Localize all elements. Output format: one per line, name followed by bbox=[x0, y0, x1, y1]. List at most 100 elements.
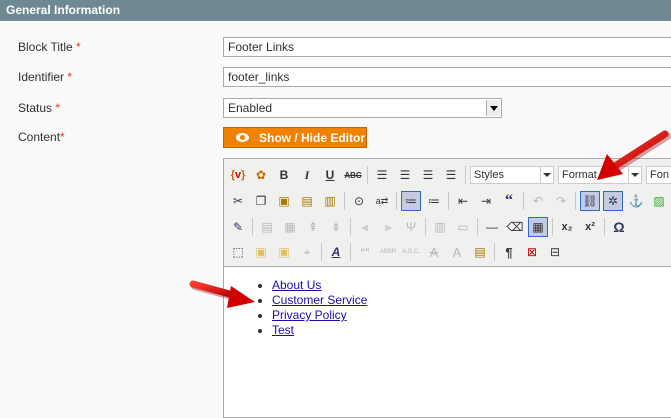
section-header: General Information bbox=[0, 0, 671, 21]
customer-service-link[interactable]: Customer Service bbox=[272, 293, 367, 307]
show-hide-editor-button[interactable]: Show / Hide Editor bbox=[223, 127, 367, 148]
toolbar-separator bbox=[575, 192, 576, 210]
identifier-input[interactable] bbox=[223, 67, 671, 87]
numbered-list-icon[interactable]: ≔ bbox=[424, 191, 444, 211]
toolbar-separator bbox=[465, 166, 466, 184]
align-right-icon[interactable]: ☰ bbox=[418, 165, 438, 185]
insert-col-after-icon[interactable]: ⫸ bbox=[378, 217, 398, 237]
undo-icon[interactable]: ↶ bbox=[528, 191, 548, 211]
paste-text-icon[interactable]: ▤ bbox=[297, 191, 317, 211]
style-props-icon[interactable]: A bbox=[326, 242, 346, 262]
horizontal-rule-icon[interactable]: — bbox=[482, 217, 502, 237]
subscript-icon[interactable]: x₂ bbox=[557, 217, 577, 237]
list-item: Customer Service bbox=[272, 293, 671, 308]
copy-icon[interactable]: ❐ bbox=[251, 191, 271, 211]
anchor-icon[interactable]: ⚓ bbox=[626, 191, 646, 211]
annotation-arrow-icon bbox=[189, 280, 255, 308]
remove-format-icon[interactable]: ⌫ bbox=[505, 217, 525, 237]
abbr-icon[interactable]: ABBR bbox=[378, 242, 398, 262]
toolbar-separator bbox=[396, 192, 397, 210]
eye-icon bbox=[236, 133, 249, 142]
toolbar-separator bbox=[425, 218, 426, 236]
unlink-icon[interactable]: ✲ bbox=[603, 191, 623, 211]
insert-col-before-icon[interactable]: ⫷ bbox=[355, 217, 375, 237]
italic-icon[interactable]: I bbox=[297, 165, 317, 185]
edit-icon[interactable]: ✎ bbox=[228, 217, 248, 237]
attributes-icon[interactable]: ▤ bbox=[470, 242, 490, 262]
strikethrough-icon[interactable]: ABC bbox=[343, 165, 363, 185]
move-backward-icon[interactable]: ▣ bbox=[274, 242, 294, 262]
editor-content[interactable]: About Us Customer Service Privacy Policy… bbox=[224, 266, 671, 338]
align-justify-icon[interactable]: ☰ bbox=[441, 165, 461, 185]
list-item: About Us bbox=[272, 278, 671, 293]
chevron-down-icon bbox=[486, 100, 500, 116]
content-label: Content* bbox=[18, 130, 65, 144]
find-icon[interactable]: ⊙ bbox=[349, 191, 369, 211]
toolbar-separator bbox=[448, 192, 449, 210]
pilcrow-icon[interactable]: ¶ bbox=[499, 242, 519, 262]
styles-select[interactable]: Styles bbox=[470, 166, 554, 184]
list-item: Test bbox=[272, 323, 671, 338]
annotation-arrow-icon bbox=[597, 130, 671, 180]
insert-widget-icon[interactable]: ✿ bbox=[251, 165, 271, 185]
special-char-icon[interactable]: Ω bbox=[609, 217, 629, 237]
toolbar-separator bbox=[477, 218, 478, 236]
superscript-icon[interactable]: x² bbox=[580, 217, 600, 237]
toolbar-separator bbox=[350, 218, 351, 236]
replace-icon[interactable]: a⇄ bbox=[372, 191, 392, 211]
indent-icon[interactable]: ⇥ bbox=[476, 191, 496, 211]
toolbar-separator bbox=[604, 218, 605, 236]
deletion-icon[interactable]: A bbox=[424, 242, 444, 262]
toolbar-separator bbox=[367, 166, 368, 184]
toolbar-separator bbox=[494, 243, 495, 261]
insert-layer-icon[interactable]: ⬚ bbox=[228, 242, 248, 262]
privacy-policy-link[interactable]: Privacy Policy bbox=[272, 308, 347, 322]
blockquote-icon[interactable]: “ bbox=[499, 191, 519, 211]
redo-icon[interactable]: ↷ bbox=[551, 191, 571, 211]
chevron-down-icon bbox=[540, 167, 553, 183]
underline-icon[interactable]: U bbox=[320, 165, 340, 185]
toolbar-separator bbox=[350, 243, 351, 261]
table-cell-props-icon[interactable]: ▦ bbox=[280, 217, 300, 237]
test-link[interactable]: Test bbox=[272, 323, 294, 337]
nonbreaking-icon[interactable]: ⊠ bbox=[522, 242, 542, 262]
toolbar-separator bbox=[523, 192, 524, 210]
list-item: Privacy Policy bbox=[272, 308, 671, 323]
toolbar-separator bbox=[321, 243, 322, 261]
acronym-icon[interactable]: A.B.C. bbox=[401, 242, 421, 262]
paste-word-icon[interactable]: ▥ bbox=[320, 191, 340, 211]
outdent-icon[interactable]: ⇤ bbox=[453, 191, 473, 211]
split-cells-icon[interactable]: ▥ bbox=[430, 217, 450, 237]
link-icon[interactable]: ⛓ bbox=[580, 191, 600, 211]
image-icon[interactable]: ▨ bbox=[649, 191, 669, 211]
bold-icon[interactable]: B bbox=[274, 165, 294, 185]
identifier-label: Identifier * bbox=[18, 70, 73, 84]
about-us-link[interactable]: About Us bbox=[272, 278, 321, 292]
table-row-props-icon[interactable]: ▤ bbox=[257, 217, 277, 237]
toolbar-separator bbox=[344, 192, 345, 210]
block-title-label: Block Title * bbox=[18, 40, 81, 54]
wysiwyg-editor: {v} ✿ B I U ABC ☰ ☰ ☰ ☰ Styles Format Fo… bbox=[223, 158, 671, 418]
page-break-icon[interactable]: ⊟ bbox=[545, 242, 565, 262]
absolute-position-icon[interactable]: ⌖ bbox=[297, 242, 317, 262]
move-forward-icon[interactable]: ▣ bbox=[251, 242, 271, 262]
insert-row-after-icon[interactable]: ⇟ bbox=[326, 217, 346, 237]
delete-col-icon[interactable]: Ψ bbox=[401, 217, 421, 237]
align-left-icon[interactable]: ☰ bbox=[372, 165, 392, 185]
block-title-input[interactable] bbox=[223, 37, 671, 57]
table-icon[interactable]: ▦ bbox=[528, 217, 548, 237]
toolbar-separator bbox=[552, 218, 553, 236]
merge-cells-icon[interactable]: ▭ bbox=[453, 217, 473, 237]
bullet-list-icon[interactable]: ≔ bbox=[401, 191, 421, 211]
insert-variable-icon[interactable]: {v} bbox=[228, 165, 248, 185]
paste-icon[interactable]: ▣ bbox=[274, 191, 294, 211]
toolbar-separator bbox=[252, 218, 253, 236]
status-select[interactable]: Enabled bbox=[223, 98, 502, 118]
link-list: About Us Customer Service Privacy Policy… bbox=[224, 278, 671, 338]
insertion-icon[interactable]: A bbox=[447, 242, 467, 262]
status-label: Status * bbox=[18, 101, 61, 115]
insert-row-before-icon[interactable]: ⇞ bbox=[303, 217, 323, 237]
align-center-icon[interactable]: ☰ bbox=[395, 165, 415, 185]
cite-icon[interactable]: “” bbox=[355, 242, 375, 262]
cut-icon[interactable]: ✂ bbox=[228, 191, 248, 211]
